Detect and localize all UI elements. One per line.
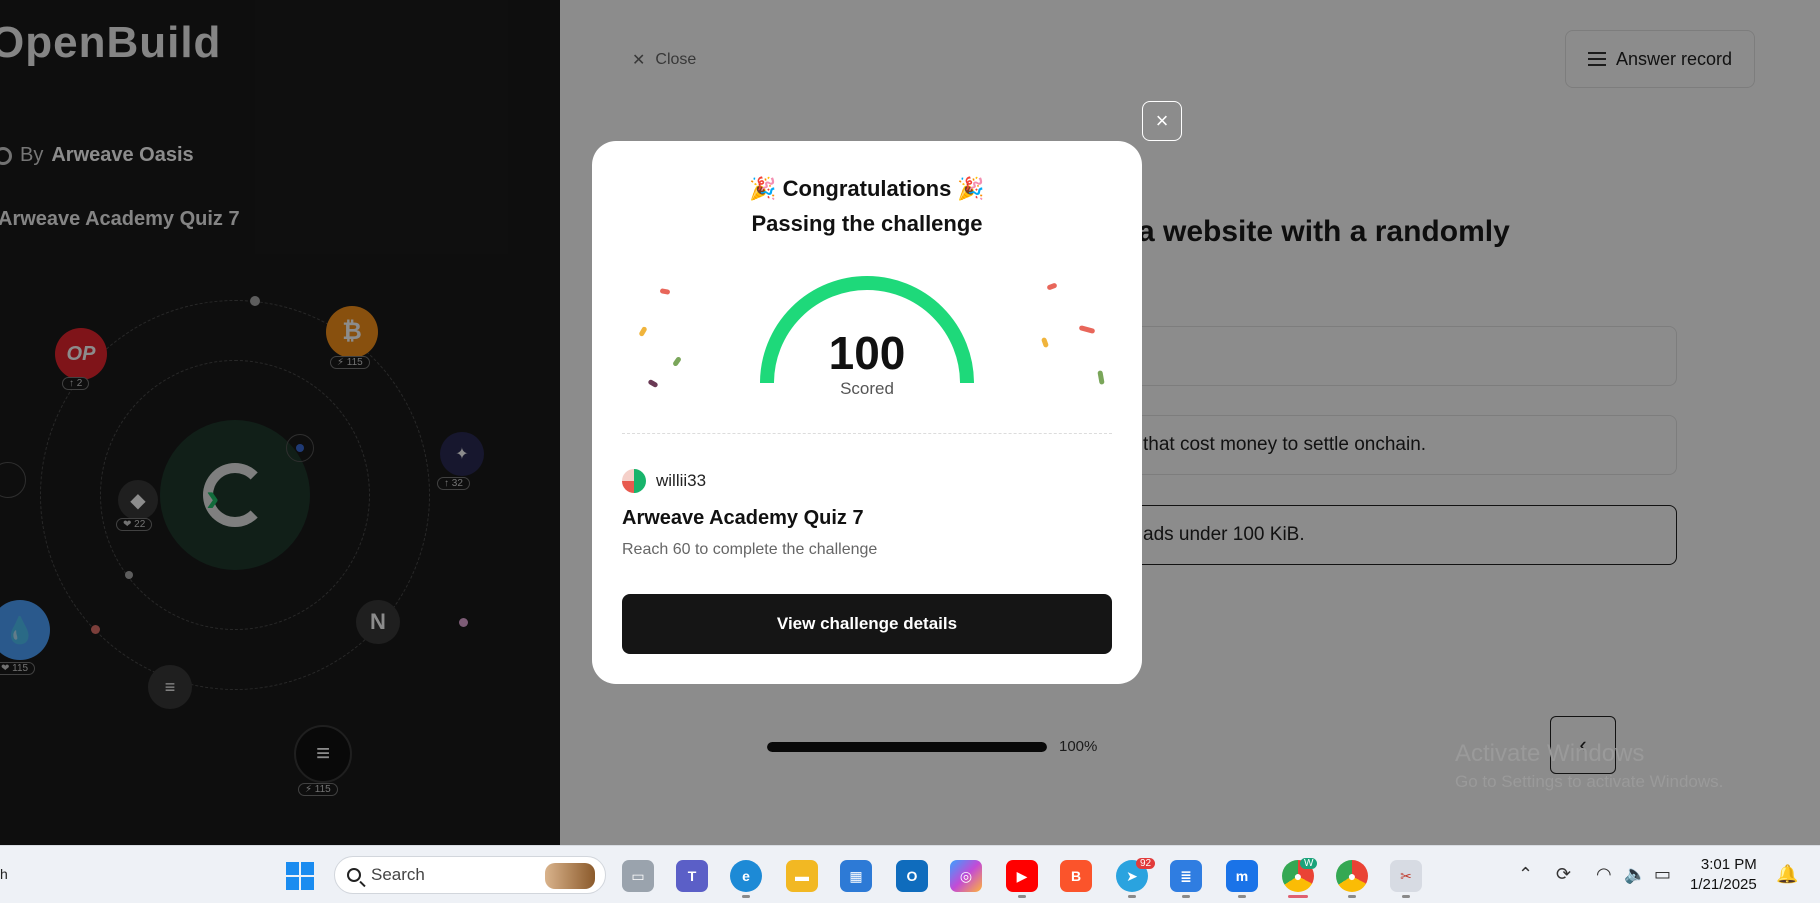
- task-view-icon[interactable]: ▭: [622, 860, 654, 892]
- search-highlight-image: [545, 863, 595, 889]
- modal-quiz-requirement: Reach 60 to complete the challenge: [622, 541, 878, 558]
- microsoft-store-icon[interactable]: ▦: [840, 860, 872, 892]
- challenge-result-modal: 🎉 Congratulations 🎉 Passing the challeng…: [592, 141, 1142, 684]
- teams-icon[interactable]: T: [676, 860, 708, 892]
- wifi-icon[interactable]: ◠: [1596, 864, 1612, 885]
- app-running-indicator: [1128, 895, 1136, 898]
- windows-taskbar: h Search ▭ T e ▬ ▦ O ◎ ▶ B ➤ 92 ≣ m ● W …: [0, 845, 1820, 903]
- search-icon: [347, 868, 361, 882]
- edge-icon[interactable]: e: [730, 860, 762, 892]
- taskbar-clock[interactable]: 3:01 PM 1/21/2025: [1690, 855, 1757, 895]
- copilot-icon[interactable]: ◎: [950, 860, 982, 892]
- telegram-badge: 92: [1136, 858, 1156, 869]
- chrome-profile-badge: W: [1300, 858, 1318, 869]
- app-running-indicator: [1238, 895, 1246, 898]
- chevron-up-icon[interactable]: ⌃: [1518, 864, 1533, 885]
- view-challenge-details-button[interactable]: View challenge details: [622, 594, 1112, 654]
- notepad-icon[interactable]: ≣: [1170, 860, 1202, 892]
- app-running-indicator: [1402, 895, 1410, 898]
- youtube-icon[interactable]: ▶: [1006, 860, 1038, 892]
- app-active-indicator: [1288, 895, 1308, 898]
- sync-icon[interactable]: ⟳: [1556, 864, 1571, 885]
- user-row: willii33: [622, 469, 706, 493]
- chrome-profile-2-icon[interactable]: ●: [1336, 860, 1368, 892]
- search-placeholder: Search: [371, 865, 425, 884]
- brave-icon[interactable]: B: [1060, 860, 1092, 892]
- close-icon: ×: [1155, 108, 1169, 133]
- app-running-indicator: [1348, 895, 1356, 898]
- outlook-icon[interactable]: O: [896, 860, 928, 892]
- app-running-indicator: [742, 895, 750, 898]
- taskbar-left-text: h: [0, 866, 8, 882]
- notification-bell-icon[interactable]: 🔔: [1776, 864, 1798, 885]
- username: willii33: [656, 471, 707, 490]
- start-button-icon[interactable]: [286, 862, 314, 890]
- avatar: [622, 469, 646, 493]
- clock-time: 3:01 PM: [1700, 856, 1757, 873]
- battery-icon[interactable]: ▭: [1654, 864, 1671, 885]
- file-explorer-icon[interactable]: ▬: [786, 860, 818, 892]
- taskbar-search[interactable]: Search: [334, 856, 606, 894]
- volume-icon[interactable]: 🔈: [1624, 864, 1646, 885]
- clock-date: 1/21/2025: [1690, 876, 1757, 893]
- modal-close-button[interactable]: ×: [1142, 101, 1182, 141]
- confetti-piece: [1046, 282, 1058, 291]
- score-label: Scored: [840, 379, 894, 398]
- modal-divider: [622, 433, 1112, 434]
- confetti-piece: [659, 288, 671, 295]
- congratulations-title: 🎉 Congratulations 🎉: [749, 176, 985, 201]
- score-value: 100: [828, 327, 906, 379]
- modal-quiz-name: Arweave Academy Quiz 7: [622, 507, 864, 529]
- meta-icon[interactable]: m: [1226, 860, 1258, 892]
- app-running-indicator: [1182, 895, 1190, 898]
- app-running-indicator: [1018, 895, 1026, 898]
- snipping-tool-icon[interactable]: ✂: [1390, 860, 1422, 892]
- passing-subtitle: Passing the challenge: [751, 211, 983, 236]
